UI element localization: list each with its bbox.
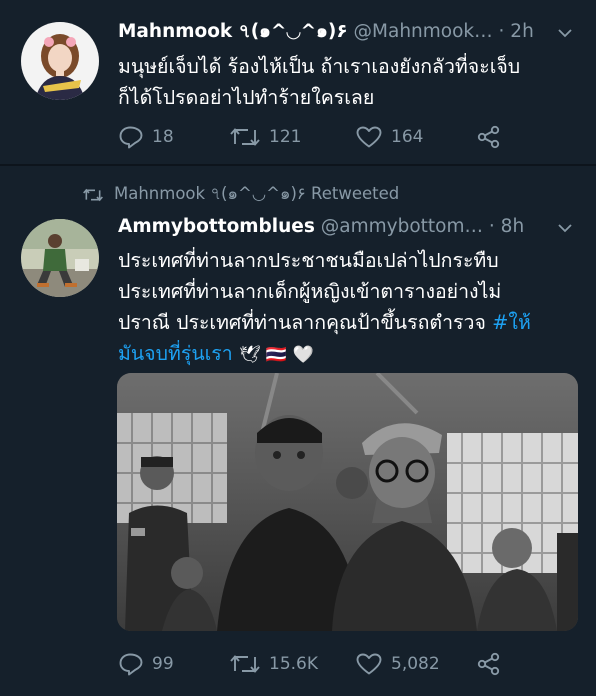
photo-image: [117, 373, 578, 631]
divider: [0, 164, 596, 166]
display-name[interactable]: Mahnmook ৭(๑^◡^๑)۶: [118, 21, 348, 42]
tweet-1-header: Mahnmook ৭(๑^◡^๑)۶ @Mahnmook… · 2h: [118, 20, 534, 44]
like-count: 5,082: [391, 654, 440, 674]
reply-button[interactable]: 99: [118, 649, 174, 679]
retweet-button[interactable]: 15.6K: [229, 649, 318, 679]
tweet-2-actions: 99 15.6K 5,082: [118, 649, 518, 679]
tweet-text-line: มนุษย์เจ็บได้ ร้องไห้เป็น ถ้าเราเองยังกล…: [118, 55, 521, 78]
retweet-count: 15.6K: [269, 654, 318, 674]
avatar-image: [21, 22, 99, 100]
chevron-down-icon[interactable]: [558, 221, 572, 235]
timestamp[interactable]: · 2h: [499, 21, 534, 42]
like-count: 164: [391, 127, 424, 147]
hashtag-link[interactable]: #ให้: [492, 311, 531, 334]
tweet-2-header: Ammybottomblues @ammybottom… · 8h: [118, 215, 524, 239]
like-button[interactable]: 5,082: [355, 649, 440, 679]
heart-icon: [356, 653, 382, 675]
tweet-1-actions: 18 121 164: [118, 122, 518, 152]
retweet-icon: [83, 188, 103, 201]
share-icon: [477, 125, 500, 149]
avatar-ammybottomblues[interactable]: [21, 219, 99, 297]
retweeted-banner[interactable]: Mahnmook ৭(๑^◡^๑)۶ Retweeted: [82, 181, 399, 208]
retweet-button[interactable]: 121: [229, 122, 301, 152]
tweet-text-line: ก็ได้โปรดอย่าไปทำร้ายใครเลย: [118, 86, 375, 109]
emoji-sequence: 🕊 🇹🇭 🤍: [238, 345, 314, 365]
tweet-text-line: ปราณี ประเทศที่ท่านลากคุณป้าขึ้นรถตำรวจ …: [118, 307, 531, 338]
like-button[interactable]: 164: [355, 122, 423, 152]
tweet-text-segment: ปราณี ประเทศที่ท่านลากคุณป้าขึ้นรถตำรวจ: [118, 311, 493, 334]
reply-count: 18: [152, 127, 174, 147]
heart-icon: [356, 126, 382, 148]
retweet-icon: [230, 655, 260, 673]
tweet-1-text: มนุษย์เจ็บได้ ร้องไห้เป็น ถ้าเราเองยังกล…: [118, 51, 520, 113]
reply-button[interactable]: 18: [118, 122, 174, 152]
tweet-text-line: มันจบที่รุ่นเรา 🕊 🇹🇭 🤍: [118, 338, 531, 371]
tweet-2-text: ประเทศที่ท่านลากประชาชนมือเปล่าไปกระทืบ …: [118, 245, 531, 371]
user-handle[interactable]: @Mahnmook…: [354, 21, 493, 42]
reply-count: 99: [152, 654, 174, 674]
retweeted-by-label: Mahnmook ৭(๑^◡^๑)۶ Retweeted: [114, 184, 400, 203]
timestamp[interactable]: · 8h: [489, 216, 524, 237]
tweet-text-line: ประเทศที่ท่านลากเด็กผู้หญิงเข้าตารางอย่า…: [118, 280, 502, 303]
display-name[interactable]: Ammybottomblues: [118, 216, 315, 237]
share-button[interactable]: [476, 122, 502, 152]
user-handle[interactable]: @ammybottom…: [321, 216, 483, 237]
chevron-down-icon[interactable]: [558, 26, 572, 40]
reply-icon: [119, 653, 143, 676]
share-button[interactable]: [476, 649, 502, 679]
retweet-icon: [230, 128, 260, 146]
reply-icon: [119, 126, 143, 149]
share-icon: [477, 652, 500, 676]
avatar-mahnmook[interactable]: [21, 22, 99, 100]
avatar-image: [21, 219, 99, 297]
tweet-text-line: ประเทศที่ท่านลากประชาชนมือเปล่าไปกระทืบ: [118, 249, 499, 272]
retweet-count: 121: [269, 127, 302, 147]
tweet-photo[interactable]: [117, 373, 578, 631]
hashtag-link[interactable]: มันจบที่รุ่นเรา: [118, 342, 233, 365]
